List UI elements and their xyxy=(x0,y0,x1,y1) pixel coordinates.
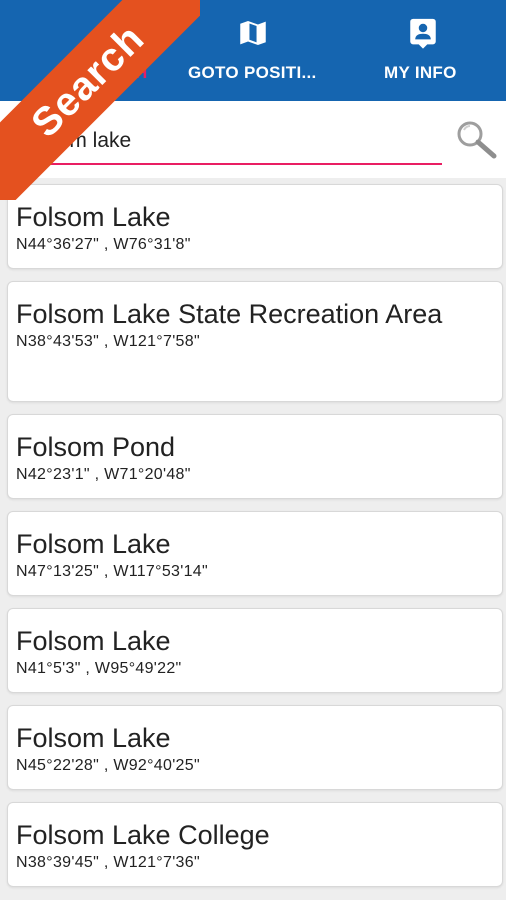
result-item[interactable]: Folsom Pond N42°23'1" , W71°20'48" xyxy=(7,414,503,499)
result-name: Folsom Lake xyxy=(16,626,171,656)
tab-goto-position-label: GOTO POSITI... xyxy=(188,63,317,82)
result-item[interactable]: Folsom Lake N44°36'27" , W76°31'8" xyxy=(7,184,503,269)
contact-card-icon xyxy=(410,18,436,49)
search-input[interactable] xyxy=(14,119,442,165)
tab-goto-position[interactable]: GOTO POSITI... xyxy=(168,0,338,101)
tab-my-info[interactable]: MY INFO xyxy=(338,0,506,101)
tab-search[interactable]: SEARCH xyxy=(0,0,168,101)
result-coordinates: N44°36'27" , W76°31'8" xyxy=(16,236,191,253)
result-item[interactable]: Folsom Lake N41°5'3" , W95°49'22" xyxy=(7,608,503,693)
result-item[interactable]: Folsom Lake N47°13'25" , W117°53'14" xyxy=(7,511,503,596)
top-tab-bar: SEARCH GOTO POSITI... MY INFO xyxy=(0,0,506,101)
tab-search-label: SEARCH xyxy=(74,63,148,82)
result-coordinates: N42°23'1" , W71°20'48" xyxy=(16,466,191,483)
result-item[interactable]: Folsom Lake State Recreation Area N38°43… xyxy=(7,281,503,402)
result-coordinates: N41°5'3" , W95°49'22" xyxy=(16,660,182,677)
result-name: Folsom Lake xyxy=(16,202,171,232)
search-icon[interactable] xyxy=(454,118,498,162)
result-name: Folsom Pond xyxy=(16,432,176,462)
tab-my-info-label: MY INFO xyxy=(384,63,457,82)
result-coordinates: N45°22'28" , W92°40'25" xyxy=(16,757,200,774)
map-icon xyxy=(240,20,266,46)
result-coordinates: N38°43'53" , W121°7'58" xyxy=(16,333,200,350)
result-coordinates: N38°39'45" , W121°7'36" xyxy=(16,854,200,871)
result-name: Folsom Lake xyxy=(16,529,171,559)
result-name: Folsom Lake College xyxy=(16,820,270,850)
result-item[interactable]: Folsom Lake N45°22'28" , W92°40'25" xyxy=(7,705,503,790)
result-name: Folsom Lake State Recreation Area xyxy=(16,299,443,329)
search-bar xyxy=(0,101,506,178)
result-coordinates: N47°13'25" , W117°53'14" xyxy=(16,563,208,580)
result-name: Folsom Lake xyxy=(16,723,171,753)
result-item[interactable]: Folsom Lake College N38°39'45" , W121°7'… xyxy=(7,802,503,887)
